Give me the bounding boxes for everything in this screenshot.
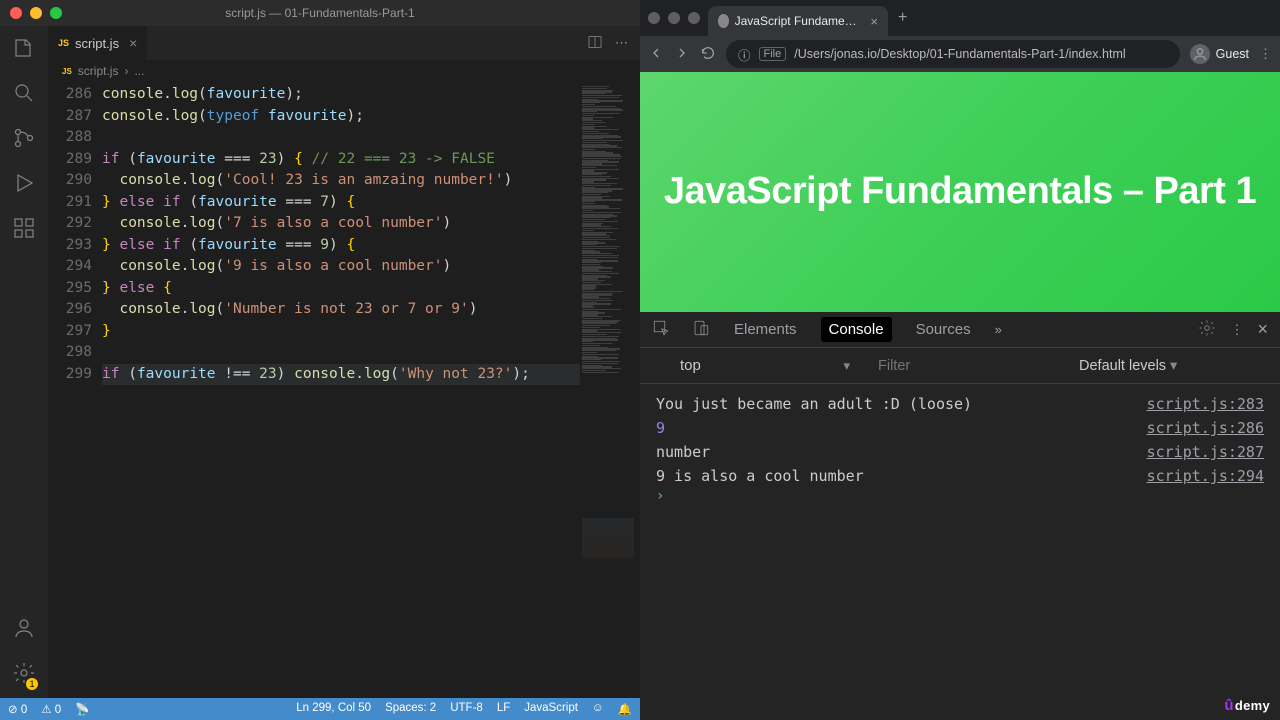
cursor-position[interactable]: Ln 299, Col 50 [296, 702, 371, 716]
back-icon[interactable] [648, 45, 664, 64]
close-window-icon[interactable] [648, 12, 660, 24]
problems-errors[interactable]: ⊘ 0 [8, 702, 27, 716]
close-window-icon[interactable] [10, 7, 22, 19]
close-tab-icon[interactable]: × [129, 35, 137, 51]
eol[interactable]: LF [497, 702, 510, 716]
split-editor-icon[interactable] [587, 34, 603, 53]
breadcrumb[interactable]: JS script.js › ... [48, 60, 640, 82]
devtools-panel: Elements Console Sources » ⋮ × top ▾ Def… [640, 312, 1280, 720]
info-icon[interactable]: ⓘ [738, 45, 751, 64]
tab-filename: script.js [75, 36, 119, 51]
js-file-icon: JS [62, 67, 72, 76]
more-actions-icon[interactable]: ⋯ [615, 35, 628, 51]
tab-title: JavaScript Fundamentals – Pa [735, 14, 859, 28]
console-line: numberscript.js:287 [656, 440, 1264, 464]
chrome-window: JavaScript Fundamentals – Pa × + ⓘ File … [640, 0, 1280, 720]
run-debug-icon[interactable] [12, 171, 36, 198]
vscode-window: script.js — 01-Fundamentals-Part-1 JS sc… [0, 0, 640, 720]
js-file-icon: JS [58, 38, 69, 48]
source-link[interactable]: script.js:294 [1147, 467, 1264, 485]
minimize-window-icon[interactable] [668, 12, 680, 24]
chevron-down-icon: ▾ [843, 358, 850, 374]
maximize-window-icon[interactable] [688, 12, 700, 24]
window-title: script.js — 01-Fundamentals-Part-1 [0, 6, 640, 20]
new-tab-button[interactable]: + [888, 9, 917, 27]
url-text: /Users/jonas.io/Desktop/01-Fundamentals-… [794, 47, 1125, 61]
account-icon[interactable] [12, 616, 36, 643]
notifications-icon[interactable]: 🔔 [618, 702, 632, 716]
browser-tab[interactable]: JavaScript Fundamentals – Pa × [708, 6, 888, 36]
extensions-icon[interactable] [12, 216, 36, 243]
guest-avatar-icon [1190, 44, 1210, 64]
settings-gear-icon[interactable] [12, 661, 36, 688]
code-editor[interactable]: 2862872882892902912922932942952962972982… [48, 82, 640, 698]
tab-script-js[interactable]: JS script.js × [48, 26, 147, 60]
forward-icon[interactable] [674, 45, 690, 64]
explorer-icon[interactable] [12, 36, 36, 63]
page-title: JavaScript Fundamentals – Part 1 [664, 166, 1256, 217]
console-toolbar: top ▾ Default levels ▾ [640, 348, 1280, 384]
source-control-icon[interactable] [12, 126, 36, 153]
address-bar[interactable]: ⓘ File /Users/jonas.io/Desktop/01-Fundam… [726, 40, 1180, 68]
indentation[interactable]: Spaces: 2 [385, 702, 436, 716]
tab-sources[interactable]: Sources [914, 317, 973, 342]
console-output[interactable]: You just became an adult :D (loose)scrip… [640, 384, 1280, 720]
console-line: 9script.js:286 [656, 416, 1264, 440]
encoding[interactable]: UTF-8 [450, 702, 483, 716]
favicon-icon [718, 14, 729, 28]
udemy-watermark: demy [1224, 697, 1270, 714]
devtools-tabbar: Elements Console Sources » ⋮ × [640, 312, 1280, 348]
profile-guest[interactable]: Guest [1190, 44, 1249, 64]
browser-tabbar: JavaScript Fundamentals – Pa × + [640, 0, 1280, 36]
filter-input[interactable] [878, 358, 1065, 374]
device-toolbar-icon[interactable] [692, 319, 710, 340]
statusbar: ⊘ 0 ⚠ 0 📡 Ln 299, Col 50 Spaces: 2 UTF-8… [0, 698, 640, 720]
more-tabs-icon[interactable]: » [995, 322, 1002, 337]
problems-warnings[interactable]: ⚠ 0 [41, 702, 61, 716]
kebab-menu-icon[interactable]: ⋮ [1259, 46, 1272, 62]
minimap[interactable] [580, 82, 640, 698]
chevron-down-icon: ▾ [1170, 358, 1177, 374]
activity-bar [0, 26, 48, 698]
vscode-titlebar: script.js — 01-Fundamentals-Part-1 [0, 0, 640, 26]
reload-icon[interactable] [700, 45, 716, 64]
go-live-icon[interactable]: 📡 [75, 702, 89, 716]
console-line: 9 is also a cool numberscript.js:294 [656, 464, 1264, 488]
editor-tabs: JS script.js × ⋯ [48, 26, 640, 60]
feedback-icon[interactable]: ☺ [592, 702, 604, 716]
tab-elements[interactable]: Elements [732, 317, 799, 342]
devtools-settings-icon[interactable] [1198, 319, 1216, 340]
source-link[interactable]: script.js:286 [1147, 419, 1264, 437]
close-tab-icon[interactable]: × [870, 14, 878, 29]
page-content: JavaScript Fundamentals – Part 1 [640, 72, 1280, 312]
context-selector[interactable]: top ▾ [680, 357, 850, 374]
devtools-close-icon[interactable]: × [1257, 319, 1268, 340]
inspect-element-icon[interactable] [652, 319, 670, 340]
devtools-menu-icon[interactable]: ⋮ [1230, 322, 1243, 338]
language-mode[interactable]: JavaScript [524, 702, 578, 716]
minimize-window-icon[interactable] [30, 7, 42, 19]
tab-console[interactable]: Console [821, 317, 892, 342]
log-levels-selector[interactable]: Default levels ▾ [1079, 358, 1177, 374]
console-prompt[interactable]: › [656, 488, 1264, 504]
maximize-window-icon[interactable] [50, 7, 62, 19]
search-icon[interactable] [12, 81, 36, 108]
browser-toolbar: ⓘ File /Users/jonas.io/Desktop/01-Fundam… [640, 36, 1280, 72]
console-line: You just became an adult :D (loose)scrip… [656, 392, 1264, 416]
source-link[interactable]: script.js:287 [1147, 443, 1264, 461]
file-scheme-chip: File [759, 47, 787, 61]
source-link[interactable]: script.js:283 [1147, 395, 1264, 413]
